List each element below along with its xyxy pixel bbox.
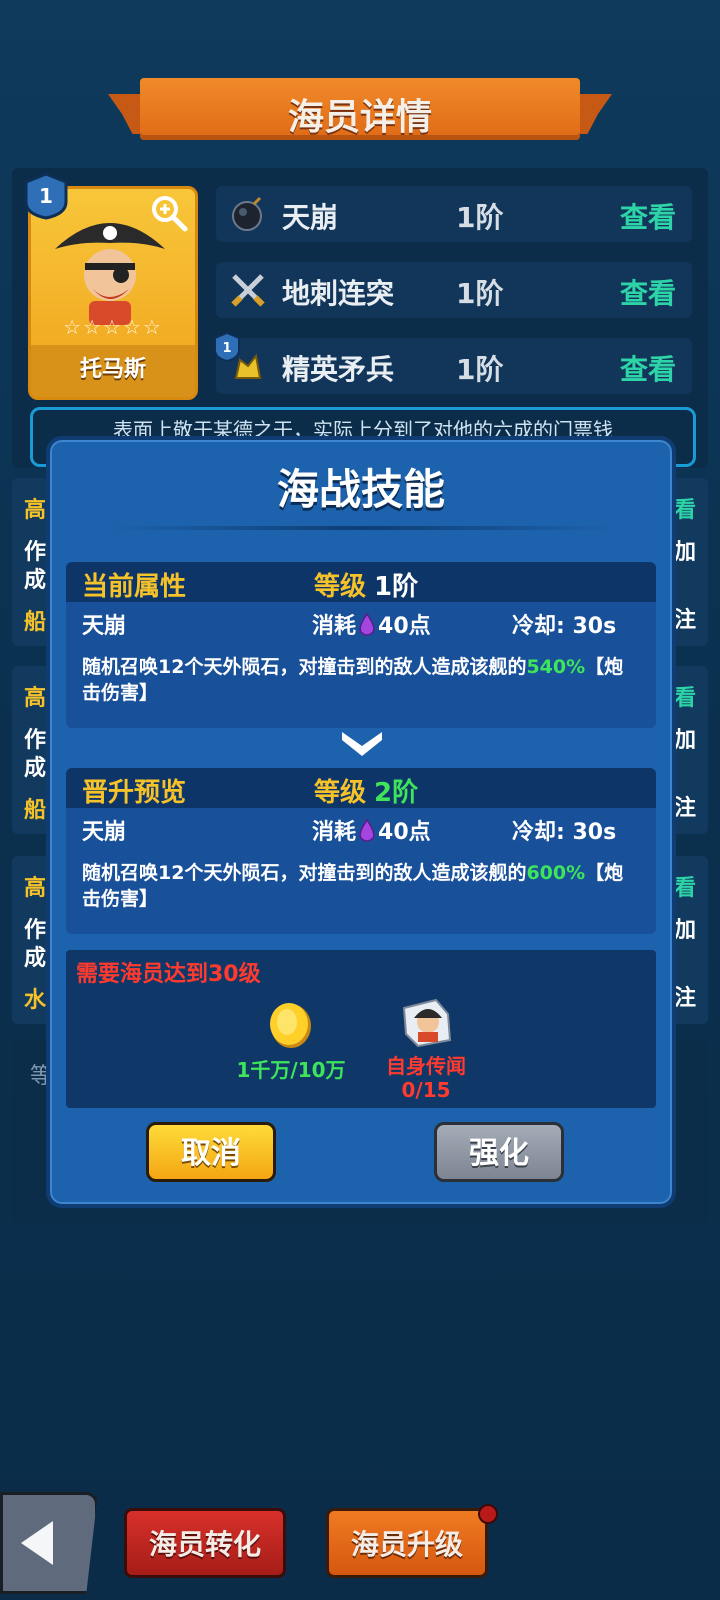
bg-text: 加 — [674, 540, 697, 565]
cooldown: 冷却: 30s — [512, 614, 617, 639]
cancel-button[interactable]: 取消 — [146, 1122, 276, 1182]
skill-name: 天崩 — [82, 614, 127, 639]
skill-badge-text: 1 — [222, 341, 231, 356]
cost-label: 消耗 — [312, 614, 357, 639]
crew-convert-button[interactable]: 海员转化 — [124, 1508, 286, 1578]
crossed-swords-icon — [231, 274, 265, 307]
coin-amount: 1千万/10万 — [236, 1058, 346, 1082]
level-badge-text: 1 — [39, 184, 53, 208]
back-button[interactable] — [0, 1492, 98, 1594]
level-badge-icon: 1 — [24, 172, 68, 220]
bg-text: 成 — [24, 756, 47, 781]
skill-stats: 天崩 消耗 40点 冷却: 30s — [82, 608, 640, 642]
view-skill-button[interactable]: 查看 — [620, 348, 676, 388]
skill-name: 天崩 — [82, 820, 127, 845]
section-label: 晋升预览 — [82, 778, 187, 808]
section-label: 当前属性 — [82, 572, 187, 602]
cooldown: 冷却: 30s — [512, 820, 617, 845]
skill-stats: 天崩 消耗 40点 冷却: 30s — [82, 814, 640, 848]
crew-upgrade-button[interactable]: 海员升级 — [326, 1508, 488, 1578]
bg-text: 水 — [24, 988, 47, 1013]
bg-text: 高 — [24, 498, 47, 523]
skill-description: 随机召唤12个天外陨石，对撞击到的敌人造成该舰的540%【炮击伤害】 — [82, 654, 640, 706]
bg-text: 成 — [24, 946, 47, 971]
zoom-icon[interactable] — [149, 193, 189, 233]
grade-label: 等级 — [314, 778, 367, 808]
view-skill-button[interactable]: 查看 — [620, 196, 676, 236]
skill-badge-icon: 1 — [214, 332, 240, 362]
bg-text: 注 — [674, 608, 697, 633]
fragment-count: 0/15 — [401, 1078, 451, 1102]
cost-label: 消耗 — [312, 820, 357, 845]
bg-text: 加 — [674, 918, 697, 943]
skill-row-dici[interactable]: 地刺连突 1阶 查看 — [216, 262, 692, 318]
skill-row-tianbeng[interactable]: 天崩 1阶 查看 — [216, 186, 692, 242]
desc-percent: 600% — [526, 862, 586, 884]
notification-dot — [478, 1504, 498, 1524]
skill-name: 精英矛兵 — [282, 353, 395, 386]
bg-text: 看 — [674, 498, 697, 523]
desc-percent: 540% — [526, 656, 586, 678]
energy-drop-icon — [359, 613, 375, 636]
skill-description: 随机召唤12个天外陨石，对撞击到的敌人造成该舰的600%【炮击伤害】 — [82, 860, 640, 912]
fragment-label: 自身传闻 — [386, 1054, 466, 1078]
grade-value: 1阶 — [374, 572, 419, 602]
energy-drop-icon — [359, 819, 375, 842]
grade-label: 等级 — [314, 572, 367, 602]
section-header: 晋升预览 等级 2阶 — [66, 768, 656, 808]
cost-value: 40点 — [378, 820, 431, 845]
bg-text: 船 — [24, 798, 47, 823]
title-divider — [110, 526, 612, 530]
skill-cost: 消耗 40点 — [312, 814, 431, 846]
bg-text: 船 — [24, 610, 47, 635]
skill-row-jingying[interactable]: 1 精英矛兵 1阶 查看 — [214, 332, 692, 394]
chevron-down-icon — [342, 732, 382, 756]
page-title: 海员详情 — [287, 97, 432, 138]
skill-name: 地刺连突 — [282, 277, 395, 310]
crew-fragment-icon — [402, 998, 452, 1048]
view-skill-button[interactable]: 查看 — [620, 272, 676, 312]
skill-level: 1阶 — [456, 277, 504, 310]
skill-level: 1阶 — [456, 201, 504, 234]
bg-text: 高 — [24, 876, 47, 901]
star-rating: ☆☆☆☆☆ — [63, 315, 163, 339]
naval-skill-dialog: 海战技能 当前属性 等级 1阶 天崩 消耗 40点 冷却: 30s 随机召唤12个… — [46, 436, 676, 1208]
bg-text: 看 — [674, 686, 697, 711]
page-header: 海员详情 — [108, 78, 612, 140]
bg-text: 成 — [24, 568, 47, 593]
back-arrow-icon — [21, 1521, 53, 1565]
desc-text: 随机召唤12个天外陨石，对撞击到的敌人造成该舰的 — [82, 656, 527, 678]
bg-text: 看 — [674, 876, 697, 901]
skill-level: 1阶 — [456, 353, 504, 386]
dialog-title: 海战技能 — [276, 465, 445, 514]
section-header: 当前属性 等级 1阶 — [66, 562, 656, 602]
desc-text: 随机召唤12个天外陨石，对撞击到的敌人造成该舰的 — [82, 862, 527, 884]
fragment-requirement: 自身传闻 0/15 — [356, 1054, 496, 1102]
bomb-icon — [232, 196, 262, 231]
skill-name: 天崩 — [282, 201, 339, 234]
crew-name: 托马斯 — [31, 345, 195, 397]
grade-value: 2阶 — [374, 778, 419, 808]
current-attributes-section: 当前属性 等级 1阶 天崩 消耗 40点 冷却: 30s 随机召唤12个天外陨石，… — [66, 562, 656, 728]
upgrade-preview-section: 晋升预览 等级 2阶 天崩 消耗 40点 冷却: 30s 随机召唤12个天外陨石，… — [66, 768, 656, 934]
skill-cost: 消耗 40点 — [312, 608, 431, 640]
level-requirement: 需要海员达到30级 — [76, 962, 261, 987]
bg-text: 注 — [674, 796, 697, 821]
cost-value: 40点 — [378, 614, 431, 639]
bg-text: 注 — [674, 986, 697, 1011]
bg-text: 高 — [24, 686, 47, 711]
gold-coin-icon — [270, 1003, 311, 1048]
requirements-panel: 需要海员达到30级 1千万/10万 自身传闻 0/15 — [66, 950, 656, 1108]
enhance-button[interactable]: 强化 — [434, 1122, 564, 1182]
bg-text: 加 — [674, 728, 697, 753]
